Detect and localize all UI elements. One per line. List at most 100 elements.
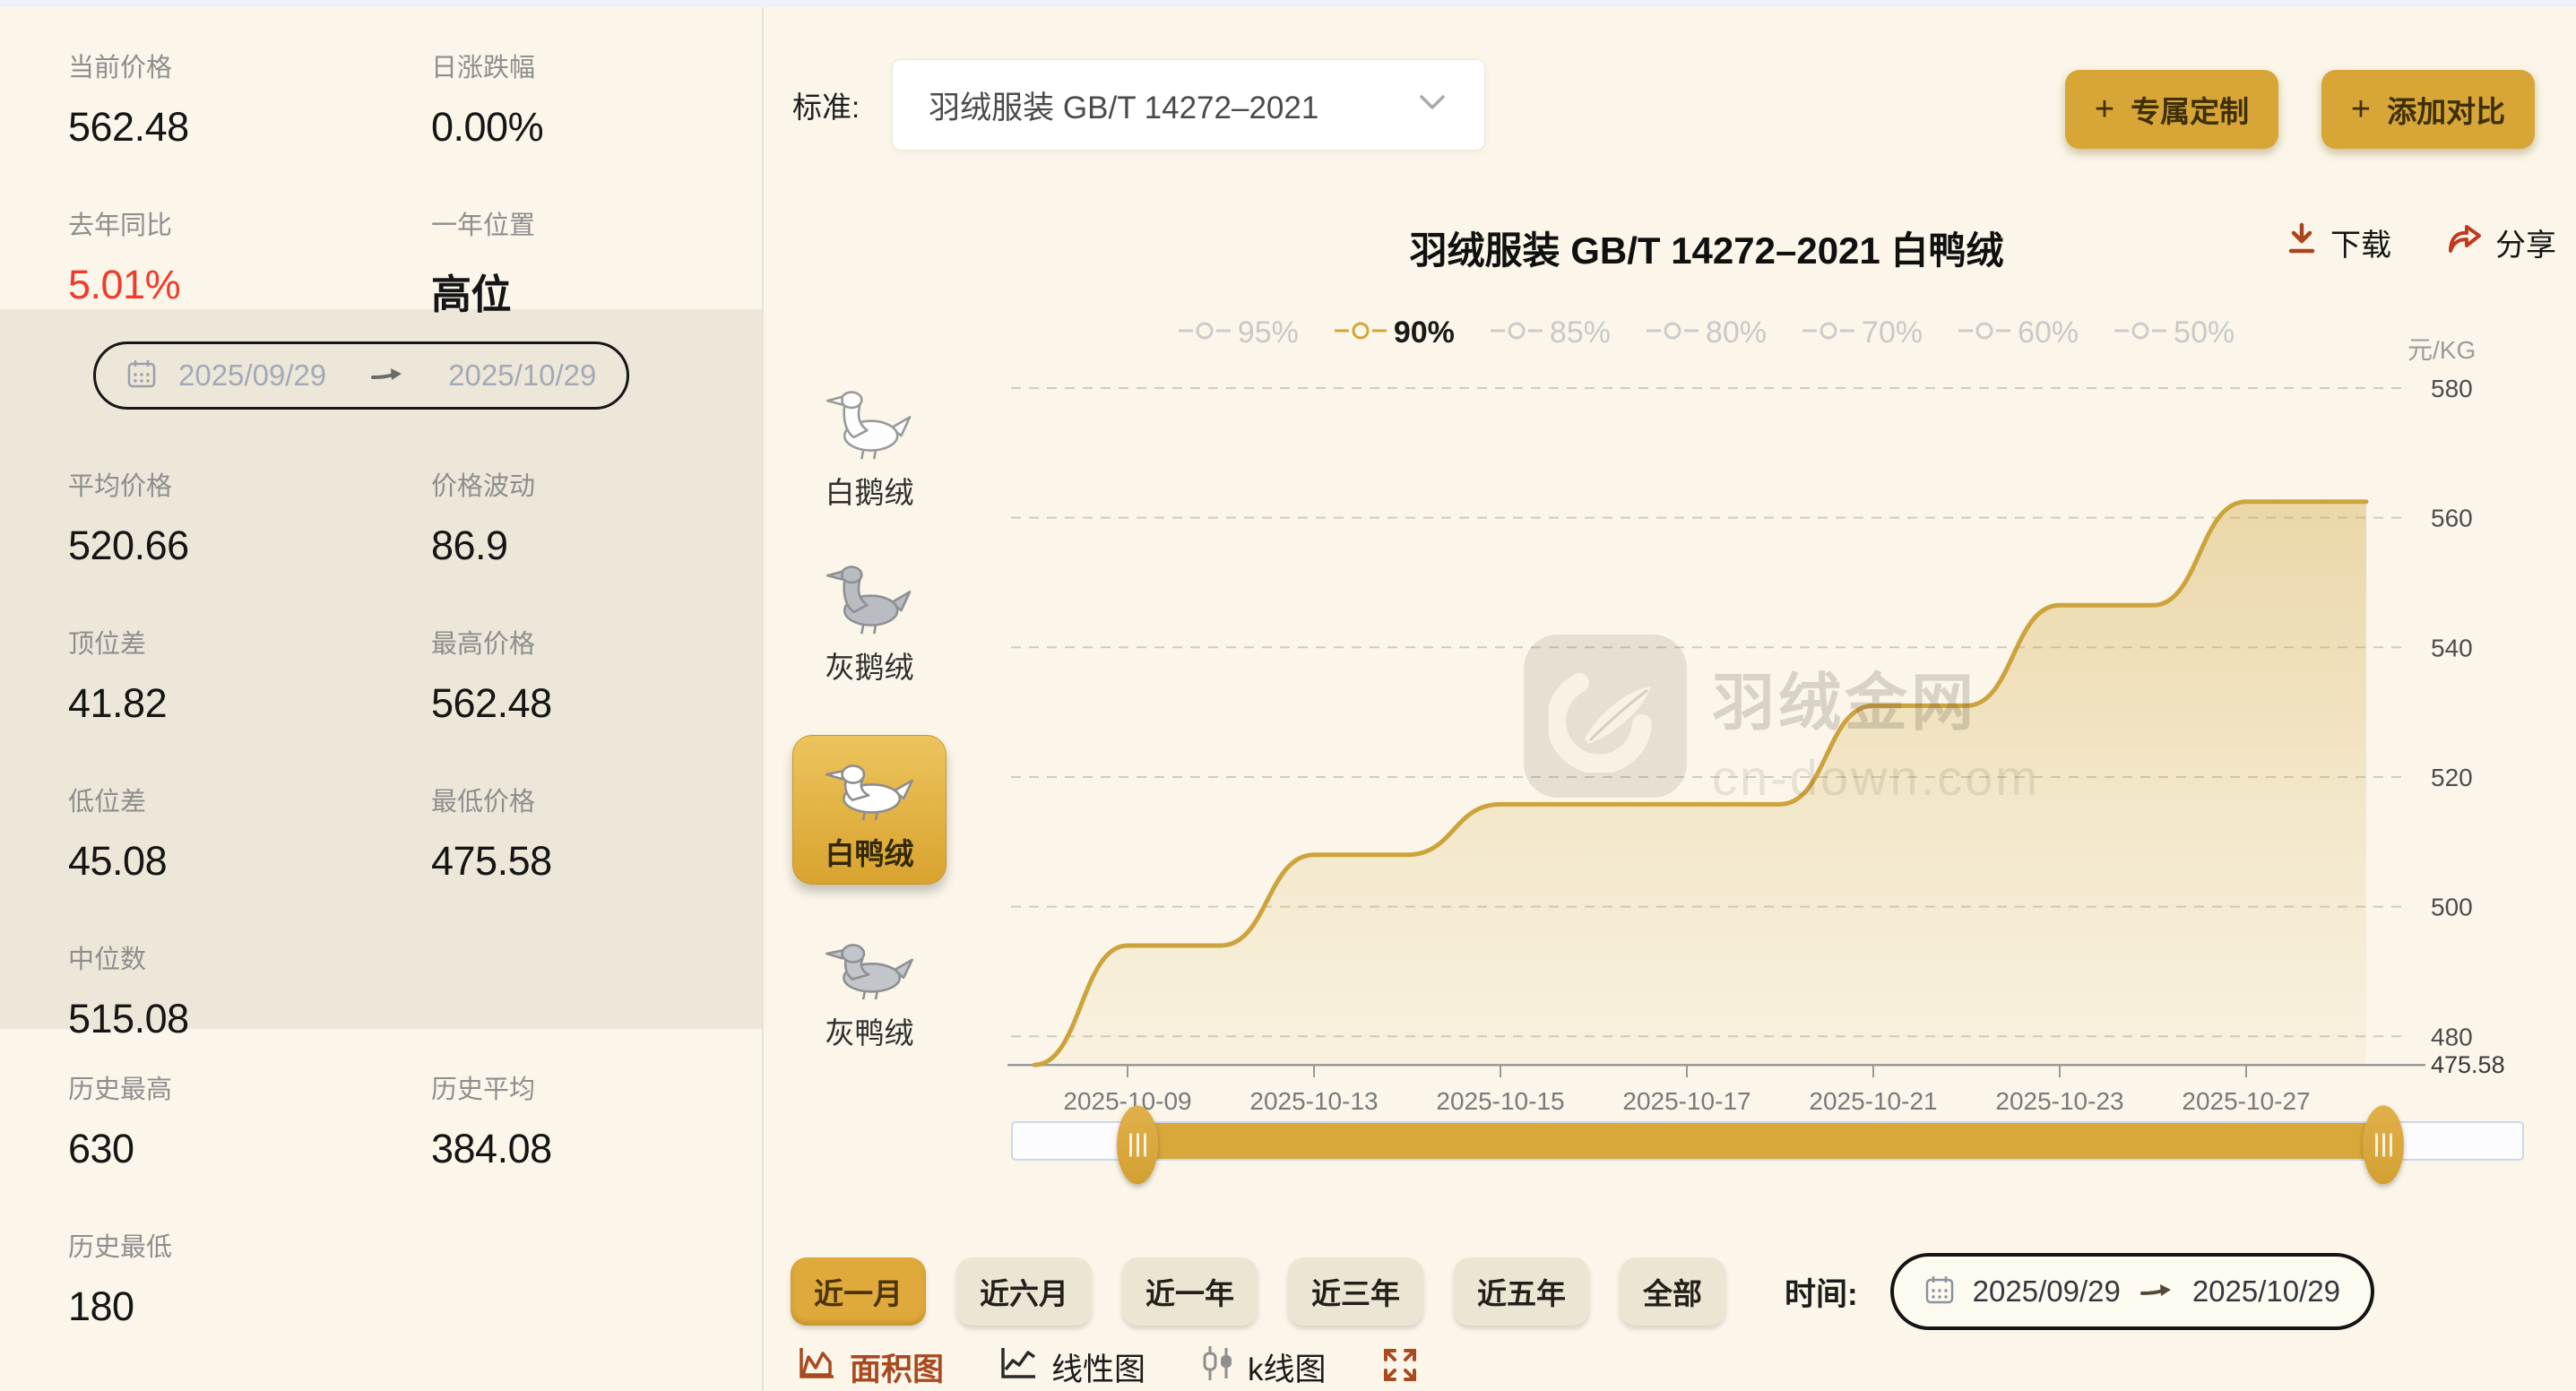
stat-value: 180 [68, 1283, 431, 1330]
date-end: 2025/10/29 [448, 359, 596, 393]
stat-value: 630 [68, 1126, 431, 1172]
share-button[interactable]: 分享 [2447, 220, 2556, 264]
stats-sidebar: 当前价格 562.48日涨跌幅 0.00%去年同比 5.01%一年位置 高位 2… [0, 7, 764, 1391]
range-button-全部[interactable]: 全部 [1620, 1257, 1725, 1326]
category-灰鸭绒[interactable]: 灰鸭绒 [823, 929, 916, 1052]
chart-type-label: k线图 [1248, 1344, 1327, 1390]
chart-type-label: 面积图 [850, 1344, 944, 1390]
category-label: 白鸭绒 [826, 830, 914, 873]
x-axis-label: 2025-10-17 [1622, 1087, 1750, 1115]
down-price-dashboard: 当前价格 562.48日涨跌幅 0.00%去年同比 5.01%一年位置 高位 2… [0, 0, 2576, 1391]
chart-title: 羽绒服装 GB/T 14272–2021 白鸭绒 [1007, 220, 2406, 275]
share-label: 分享 [2495, 220, 2556, 264]
category-灰鹅绒[interactable]: 灰鹅绒 [823, 564, 916, 687]
current-stats-section: 当前价格 562.48日涨跌幅 0.00%去年同比 5.01%一年位置 高位 [0, 7, 762, 309]
calendar-icon [126, 359, 157, 393]
stat-value: 高位 [431, 262, 762, 320]
x-axis-label: 2025-10-27 [2182, 1087, 2310, 1115]
range-button-近三年[interactable]: 近三年 [1288, 1257, 1423, 1326]
white-goose-icon [823, 389, 916, 465]
candlestick-chart-icon [1199, 1344, 1235, 1390]
chart-type-线性图[interactable]: 线性图 [998, 1344, 1145, 1390]
category-白鸭绒[interactable]: 白鸭绒 [792, 735, 947, 885]
slider-selected-range[interactable] [1137, 1123, 2383, 1159]
stat-label: 低位差 [68, 781, 431, 818]
stat-block: 平均价格 520.66 [68, 465, 431, 569]
arrow-right-icon [369, 364, 405, 388]
date-end: 2025/10/29 [2192, 1274, 2340, 1309]
stat-value: 520.66 [68, 523, 431, 569]
chart-type-面积图[interactable]: 面积图 [796, 1344, 944, 1390]
price-area-fill [1034, 502, 2366, 1066]
stat-label: 历史平均 [431, 1068, 762, 1106]
stat-value: 41.82 [68, 680, 431, 727]
stat-label: 历史最高 [68, 1068, 431, 1106]
fullscreen-icon[interactable] [1380, 1345, 1420, 1389]
standard-select-value: 羽绒服装 GB/T 14272–2021 [929, 82, 1416, 128]
standard-select[interactable]: 羽绒服装 GB/T 14272–2021 [892, 59, 1485, 151]
y-axis-label: 580 [2431, 375, 2473, 402]
stat-label: 价格波动 [431, 465, 762, 503]
stat-label: 去年同比 [68, 204, 431, 242]
add-compare-button[interactable]: + 添加对比 [2321, 70, 2535, 149]
category-白鹅绒[interactable]: 白鹅绒 [823, 389, 916, 512]
stat-block: 顶位差 41.82 [68, 623, 431, 727]
stat-label: 日涨跌幅 [431, 47, 762, 84]
category-label: 灰鸭绒 [826, 1009, 914, 1052]
chart-type-k线图[interactable]: k线图 [1199, 1344, 1327, 1390]
date-start: 2025/09/29 [1973, 1274, 2121, 1309]
stat-value: 0.00% [431, 104, 762, 151]
category-column: 白鹅绒 灰鹅绒 白鸭绒 灰鸭绒 [791, 389, 948, 1052]
price-area-chart[interactable]: 580560540520500480元/KG475.582025-10-0920… [1007, 339, 2576, 1123]
stat-label: 中位数 [68, 938, 431, 976]
stat-value: 86.9 [431, 523, 762, 569]
arrow-right-icon [2139, 1280, 2174, 1304]
stat-block: 去年同比 5.01% [68, 204, 431, 320]
stat-label: 顶位差 [68, 623, 431, 661]
history-stats-section: 历史最高 630历史平均 384.08历史最低 180 [0, 1029, 762, 1384]
stat-block: 历史最低 180 [68, 1226, 431, 1330]
chevron-down-icon [1416, 93, 1448, 117]
date-start: 2025/09/29 [178, 359, 326, 393]
download-button[interactable]: 下载 [2286, 220, 2391, 264]
stat-block: 历史平均 384.08 [431, 1068, 762, 1172]
x-axis-label: 2025-10-13 [1249, 1087, 1378, 1115]
slider-left-handle[interactable] [1117, 1105, 1158, 1184]
stat-label: 当前价格 [68, 47, 431, 84]
stat-block: 价格波动 86.9 [431, 465, 762, 569]
range-button-近一月[interactable]: 近一月 [791, 1257, 926, 1326]
range-button-近一年[interactable]: 近一年 [1122, 1257, 1258, 1326]
time-range-row: 近一月近六月近一年近三年近五年全部 时间: 2025/09/29 2025/10… [791, 1253, 2374, 1330]
standard-label: 标准: [792, 83, 860, 126]
range-button-近五年[interactable]: 近五年 [1454, 1257, 1589, 1326]
slider-right-handle[interactable] [2363, 1105, 2404, 1184]
sidebar-date-range[interactable]: 2025/09/29 2025/10/29 [93, 341, 629, 410]
download-icon [2286, 221, 2318, 264]
range-slider[interactable] [1011, 1121, 2524, 1161]
stat-block: 最高价格 562.48 [431, 623, 762, 727]
category-label: 白鹅绒 [826, 469, 914, 512]
stat-value: 562.48 [68, 104, 431, 151]
stat-label: 历史最低 [68, 1226, 431, 1264]
stat-block: 低位差 45.08 [68, 781, 431, 885]
grey-duck-icon [823, 929, 916, 1006]
stat-label: 最低价格 [431, 781, 762, 818]
stat-value: 5.01% [68, 262, 431, 308]
grey-goose-icon [823, 564, 916, 640]
stat-label: 最高价格 [431, 623, 762, 661]
x-axis-label: 2025-10-23 [1995, 1087, 2123, 1115]
add-compare-label: 添加对比 [2387, 88, 2505, 131]
stat-block: 日涨跌幅 0.00% [431, 47, 762, 151]
x-axis-label: 2025-10-15 [1436, 1087, 1564, 1115]
bottom-date-range[interactable]: 2025/09/29 2025/10/29 [1890, 1253, 2374, 1330]
category-label: 灰鹅绒 [826, 644, 914, 687]
range-button-近六月[interactable]: 近六月 [956, 1257, 1092, 1326]
line-chart-icon [998, 1344, 1039, 1390]
stat-block: 当前价格 562.48 [68, 47, 431, 151]
stat-value: 475.58 [431, 838, 762, 885]
x-axis-label: 2025-10-21 [1809, 1087, 1937, 1115]
custom-service-button[interactable]: + 专属定制 [2065, 70, 2278, 149]
stat-block: 最低价格 475.58 [431, 781, 762, 885]
stat-block: 中位数 515.08 [68, 938, 431, 1042]
y-axis-label: 480 [2431, 1023, 2473, 1050]
